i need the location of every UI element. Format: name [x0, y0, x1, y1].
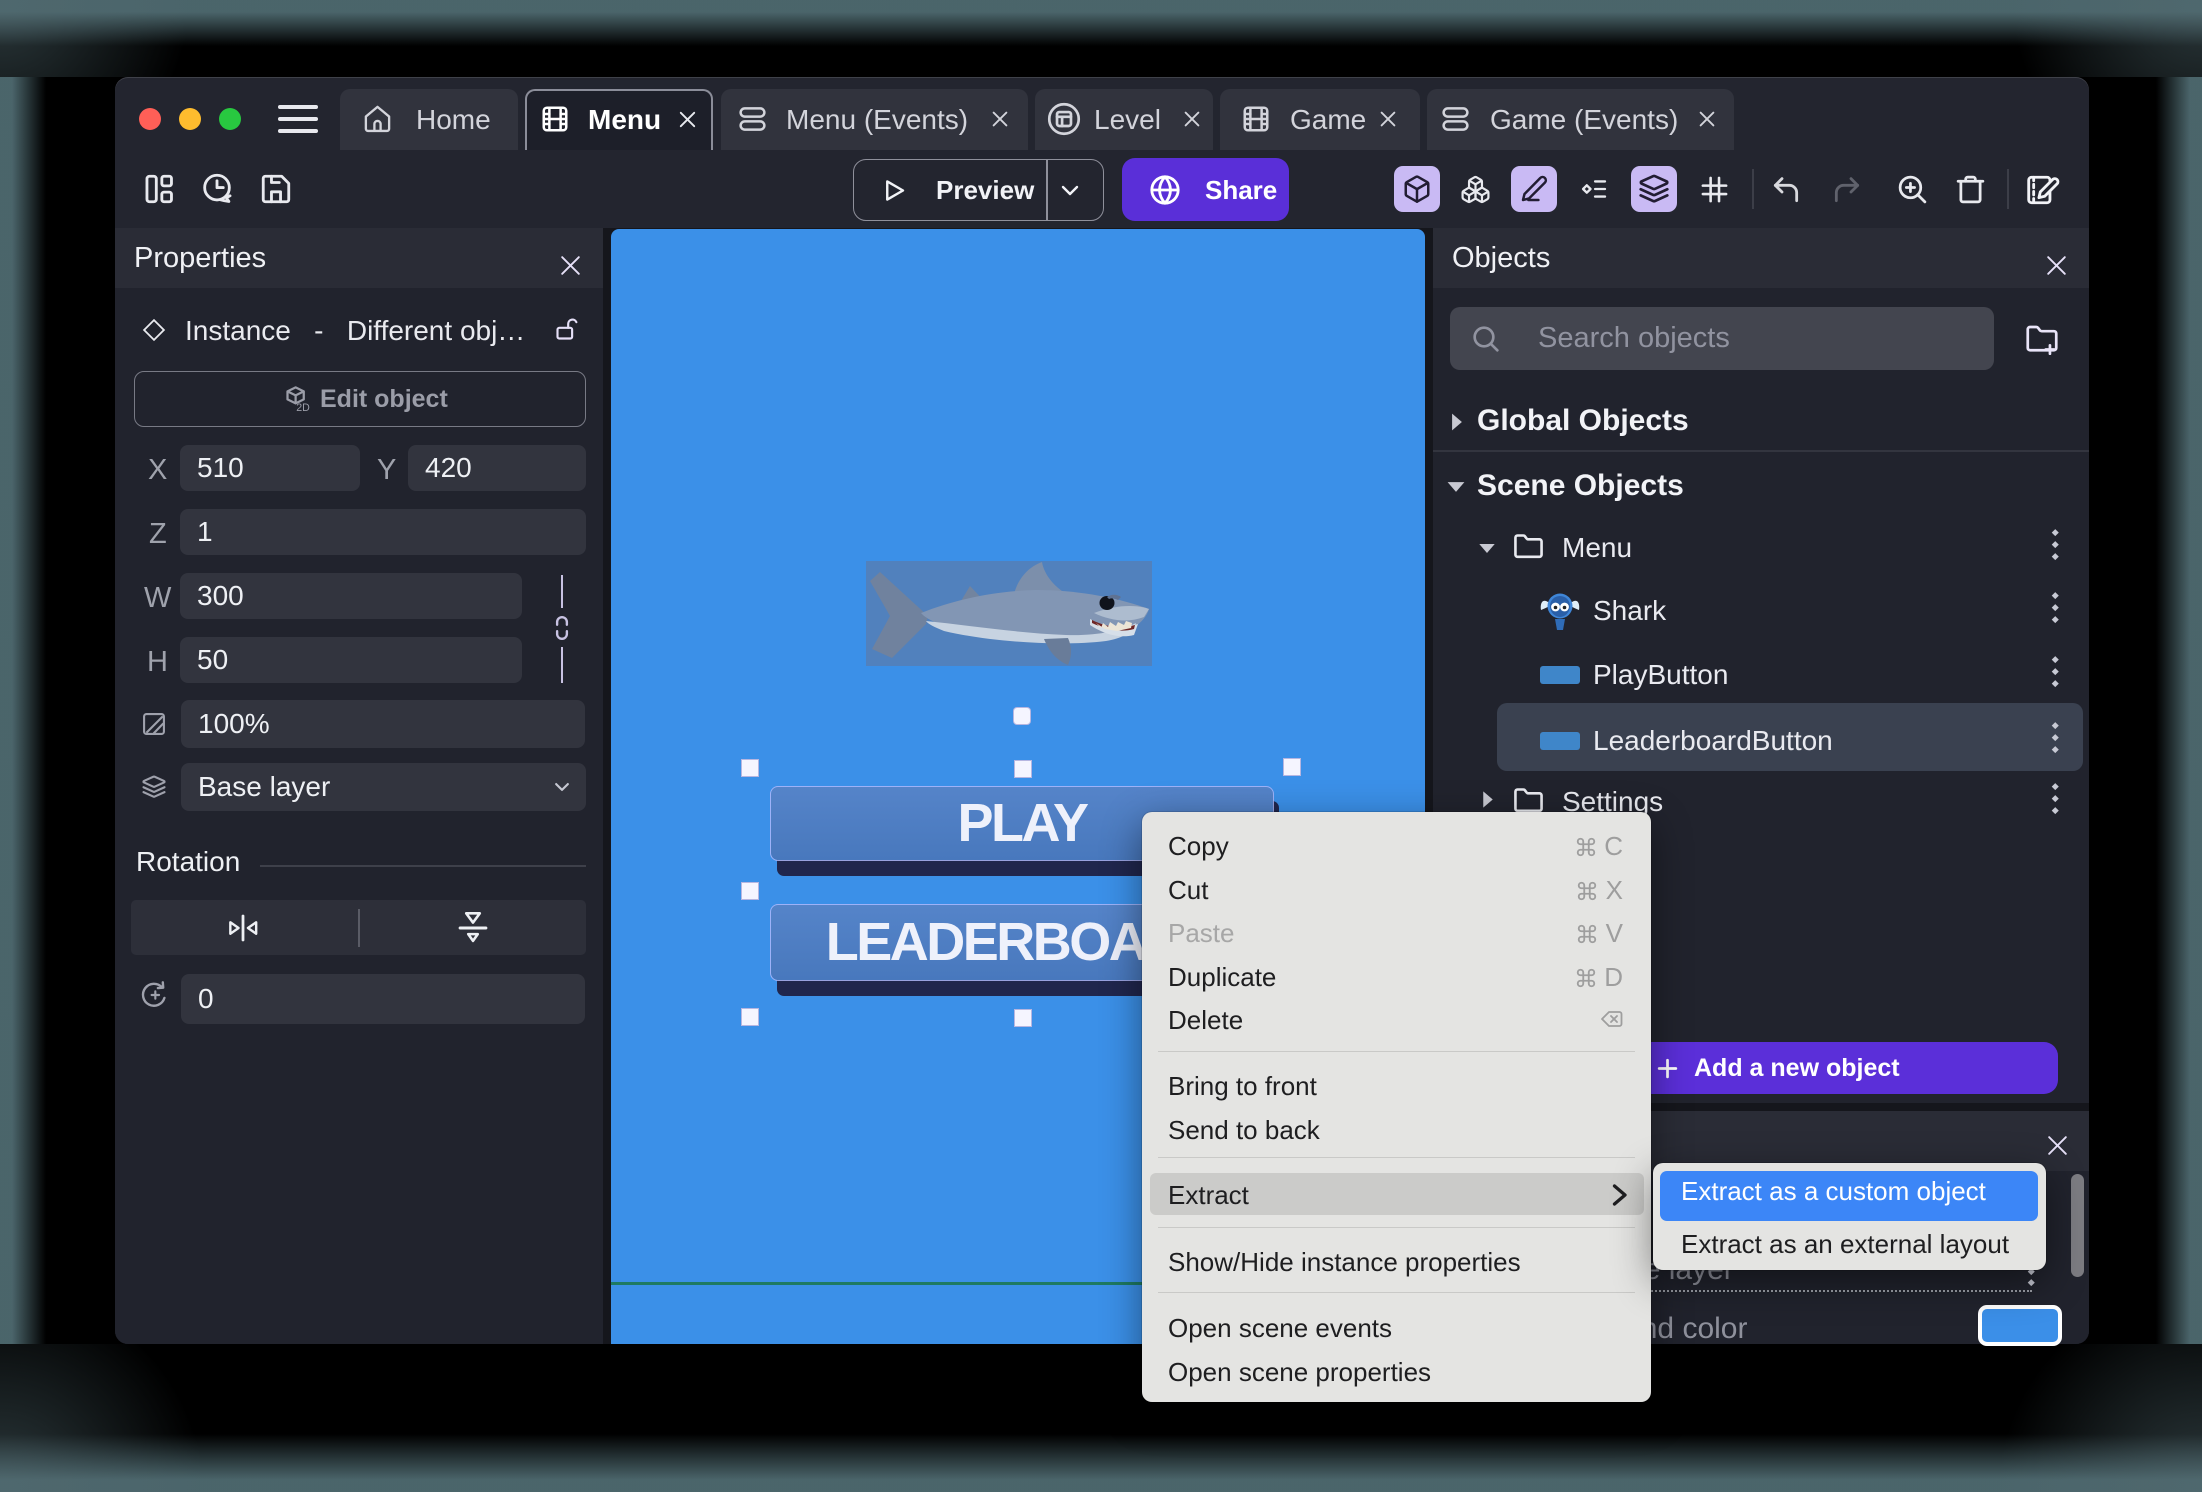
- svg-text:2D: 2D: [296, 402, 310, 414]
